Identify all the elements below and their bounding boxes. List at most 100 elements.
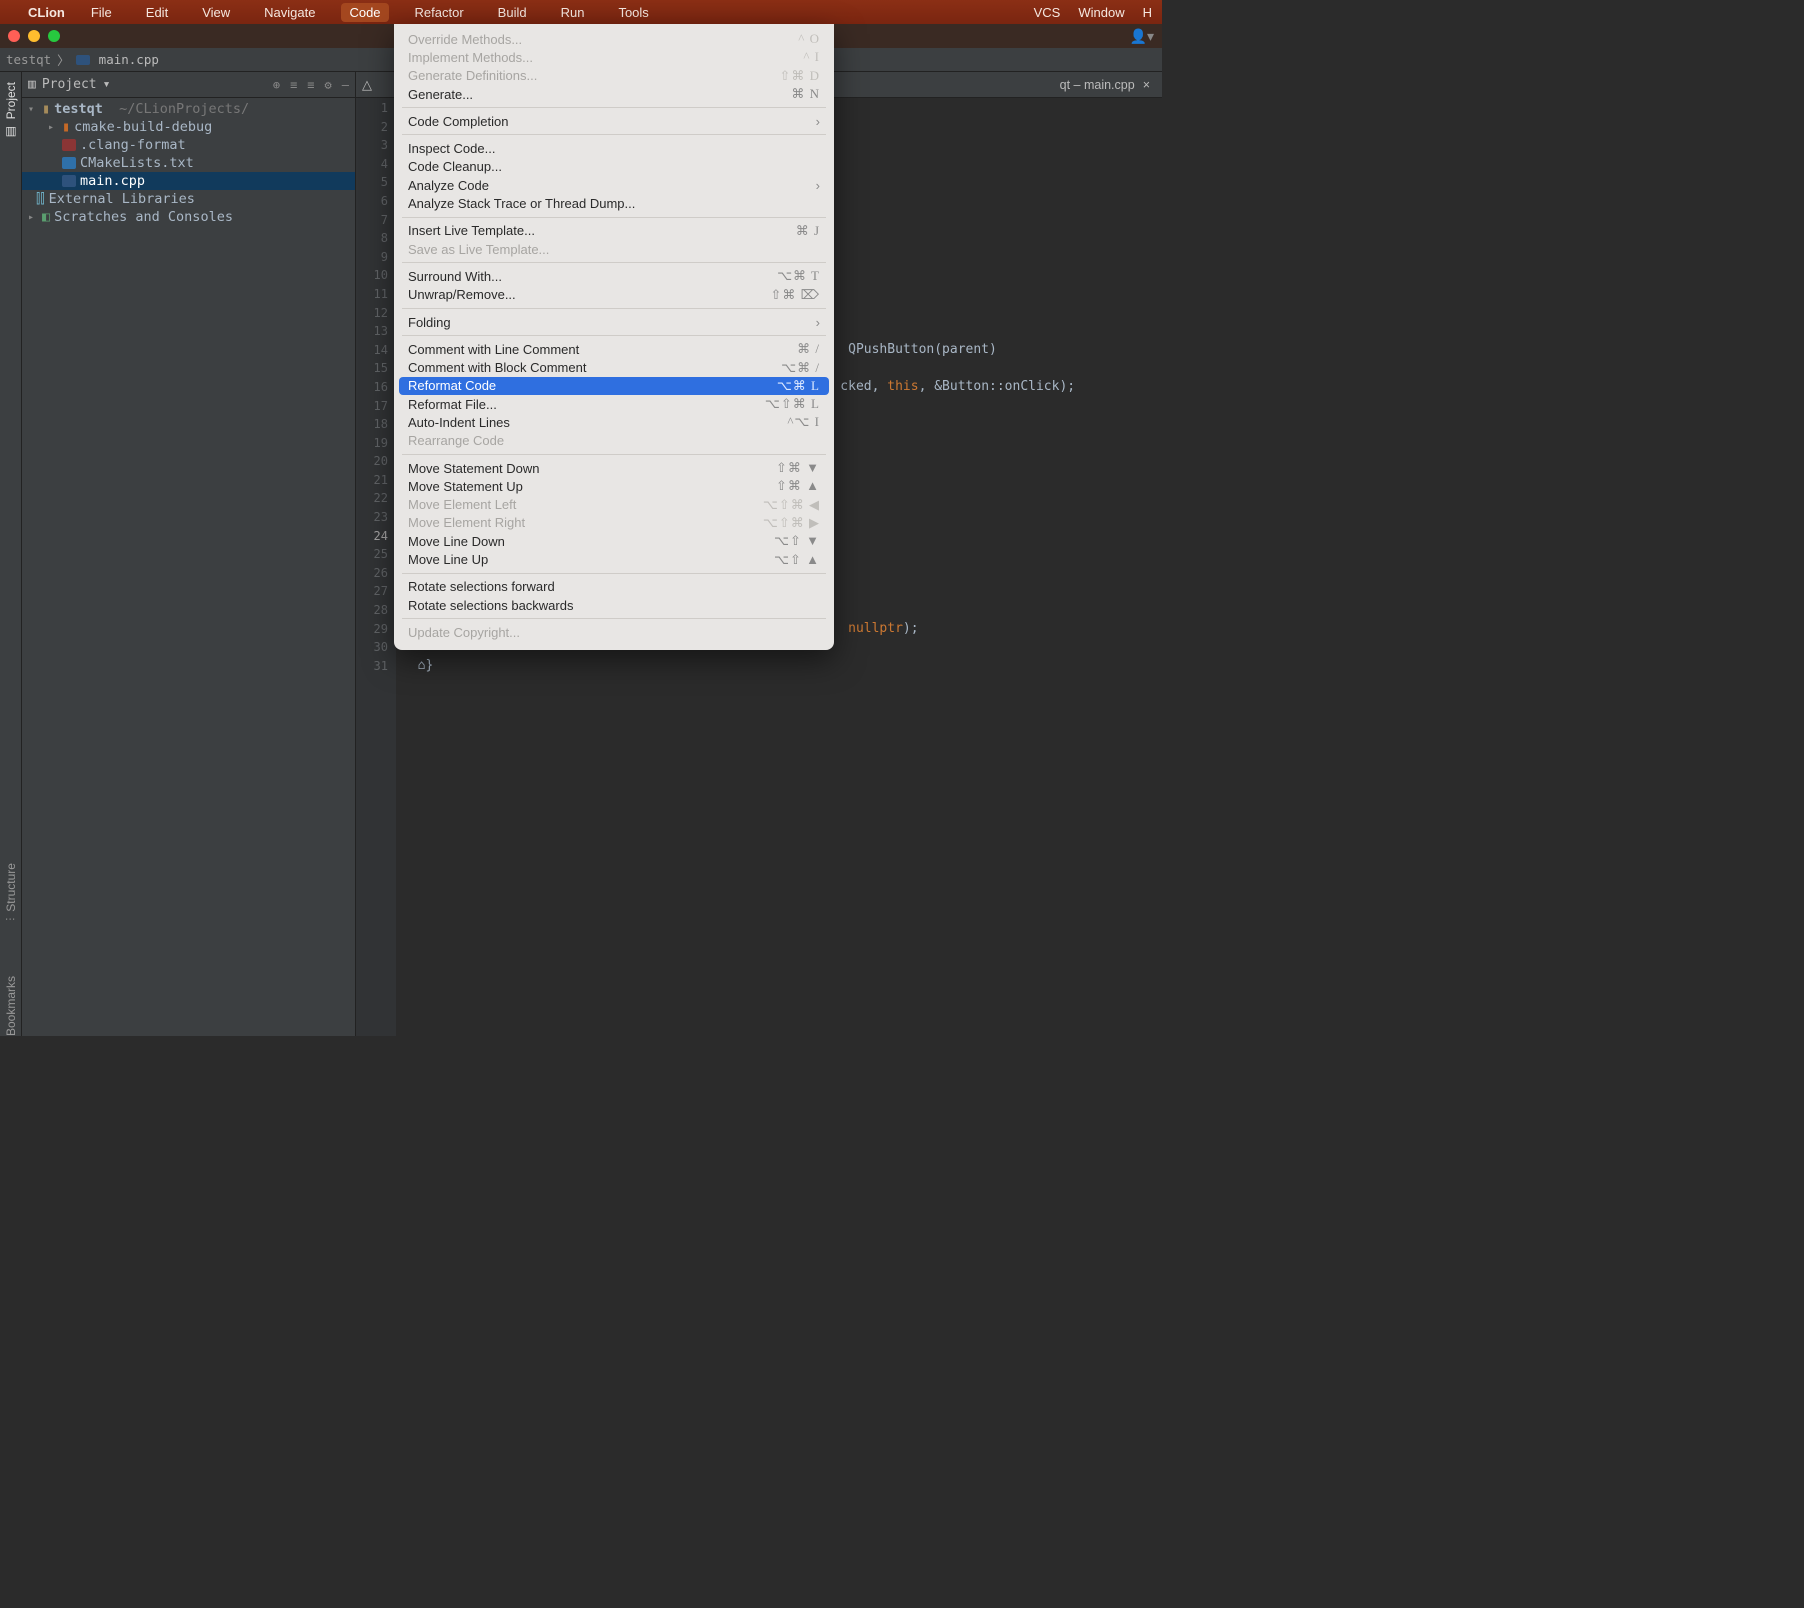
- line-number: 15: [356, 359, 388, 378]
- menu-item-label: Implement Methods...: [408, 50, 803, 65]
- menu-file[interactable]: File: [83, 3, 120, 22]
- menu-item-code-cleanup[interactable]: Code Cleanup...: [394, 158, 834, 176]
- menu-item-reformat-code[interactable]: Reformat Code⌥⌘ L: [399, 377, 829, 395]
- dropdown-icon[interactable]: ▾: [103, 77, 111, 92]
- menu-item-folding[interactable]: Folding›: [394, 313, 834, 331]
- line-number: 29: [356, 620, 388, 639]
- menu-item-label: Analyze Stack Trace or Thread Dump...: [408, 196, 820, 211]
- menu-item-label: Move Statement Up: [408, 479, 776, 494]
- menu-edit[interactable]: Edit: [138, 3, 176, 22]
- line-number: 8: [356, 229, 388, 248]
- hide-icon[interactable]: —: [342, 78, 349, 92]
- menu-view[interactable]: View: [194, 3, 238, 22]
- menu-item-comment-with-line-comment[interactable]: Comment with Line Comment⌘ /: [394, 340, 834, 358]
- tool-tab-project[interactable]: ▥ Project: [4, 82, 18, 139]
- menu-item-unwrap-remove[interactable]: Unwrap/Remove...⇧⌘ ⌦: [394, 286, 834, 304]
- menu-item-surround-with[interactable]: Surround With...⌥⌘ T: [394, 267, 834, 285]
- menu-item-label: Surround With...: [408, 269, 777, 284]
- menu-item-shortcut: ⇧⌘ ▲: [776, 478, 820, 494]
- cpp-file-icon: [76, 55, 90, 65]
- tree-root[interactable]: ▾▮ testqt ~/CLionProjects/: [22, 100, 355, 118]
- folder-icon: ▥: [28, 77, 36, 92]
- close-icon[interactable]: ×: [1143, 78, 1150, 92]
- library-icon: ⫿⫿: [36, 191, 45, 207]
- editor-tab-main[interactable]: qt – main.cpp ×: [1048, 72, 1162, 98]
- close-icon[interactable]: [8, 30, 20, 42]
- menu-item-analyze-stack-trace-or-thread-dump[interactable]: Analyze Stack Trace or Thread Dump...: [394, 194, 834, 212]
- menu-item-move-statement-down[interactable]: Move Statement Down⇧⌘ ▼: [394, 459, 834, 477]
- menu-refactor[interactable]: Refactor: [407, 3, 472, 22]
- menu-item-label: Move Statement Down: [408, 461, 776, 476]
- menu-item-label: Insert Live Template...: [408, 223, 796, 238]
- menubar-right: VCS Window H: [1034, 5, 1152, 20]
- tree-scratches[interactable]: ▸ ◧ Scratches and Consoles: [22, 208, 355, 226]
- menu-separator: [402, 217, 826, 218]
- menu-item-rotate-selections-forward[interactable]: Rotate selections forward: [394, 578, 834, 596]
- menu-item-shortcut: ⌥⇧⌘ L: [765, 396, 820, 412]
- menu-item-comment-with-block-comment[interactable]: Comment with Block Comment⌥⌘ /: [394, 358, 834, 376]
- tree-external-libs[interactable]: ⫿⫿ External Libraries: [22, 190, 355, 208]
- line-number: 25: [356, 545, 388, 564]
- menu-item-code-completion[interactable]: Code Completion›: [394, 112, 834, 130]
- menu-item-generate-definitions: Generate Definitions...⇧⌘ D: [394, 67, 834, 85]
- collapse-icon[interactable]: ≡: [307, 78, 314, 92]
- menu-item-move-line-up[interactable]: Move Line Up⌥⇧ ▲: [394, 550, 834, 568]
- menu-item-move-statement-up[interactable]: Move Statement Up⇧⌘ ▲: [394, 477, 834, 495]
- menu-separator: [402, 573, 826, 574]
- line-number: 26: [356, 564, 388, 583]
- tree-main-cpp[interactable]: main.cpp: [22, 172, 355, 190]
- app-name[interactable]: CLion: [28, 5, 65, 20]
- line-number: 21: [356, 471, 388, 490]
- yml-file-icon: [62, 139, 76, 151]
- menubar-menus: File Edit View Navigate Code Refactor Bu…: [83, 3, 657, 22]
- menu-item-move-line-down[interactable]: Move Line Down⌥⇧ ▼: [394, 532, 834, 550]
- breadcrumb-file[interactable]: main.cpp: [99, 52, 159, 67]
- menu-item-analyze-code[interactable]: Analyze Code›: [394, 176, 834, 194]
- line-number: 7: [356, 211, 388, 230]
- menu-run[interactable]: Run: [553, 3, 593, 22]
- minimize-icon[interactable]: [28, 30, 40, 42]
- zoom-icon[interactable]: [48, 30, 60, 42]
- menu-item-label: Analyze Code: [408, 178, 816, 193]
- menu-build[interactable]: Build: [490, 3, 535, 22]
- menu-item-move-element-right: Move Element Right⌥⇧⌘ ▶: [394, 514, 834, 532]
- menu-help[interactable]: H: [1143, 5, 1152, 20]
- tree-clang-format[interactable]: .clang-format: [22, 136, 355, 154]
- menu-item-auto-indent-lines[interactable]: Auto-Indent Lines^⌥ I: [394, 413, 834, 431]
- menu-item-inspect-code[interactable]: Inspect Code...: [394, 139, 834, 157]
- menu-item-generate[interactable]: Generate...⌘ N: [394, 85, 834, 103]
- line-number: 31: [356, 657, 388, 676]
- menu-item-shortcut: ⌥⌘ T: [777, 268, 820, 284]
- menu-navigate[interactable]: Navigate: [256, 3, 323, 22]
- expand-icon[interactable]: ≡: [290, 78, 297, 92]
- menu-item-rotate-selections-backwards[interactable]: Rotate selections backwards: [394, 596, 834, 614]
- breadcrumb-root[interactable]: testqt: [6, 52, 51, 67]
- line-number: 1: [356, 99, 388, 118]
- locate-icon[interactable]: ⊕: [273, 78, 280, 92]
- tool-tab-structure[interactable]: ⫶ Structure: [4, 863, 18, 921]
- menu-item-label: Move Element Left: [408, 497, 763, 512]
- menu-window[interactable]: Window: [1078, 5, 1124, 20]
- menu-code[interactable]: Code: [341, 3, 388, 22]
- tree-cmakelists[interactable]: CMakeLists.txt: [22, 154, 355, 172]
- line-number: 16: [356, 378, 388, 397]
- menu-item-label: Generate...: [408, 87, 791, 102]
- menu-tools[interactable]: Tools: [610, 3, 656, 22]
- menu-vcs[interactable]: VCS: [1034, 5, 1061, 20]
- project-panel-title[interactable]: Project: [42, 77, 97, 92]
- menu-item-shortcut: ^⌥ I: [787, 414, 820, 430]
- menu-item-label: Rotate selections backwards: [408, 598, 820, 613]
- tool-window-stripe-left: ▥ Project ⫶ Structure Bookmarks: [0, 72, 22, 1036]
- menu-item-reformat-file[interactable]: Reformat File...⌥⇧⌘ L: [394, 395, 834, 413]
- menu-separator: [402, 134, 826, 135]
- account-icon[interactable]: 👤▾: [1130, 28, 1154, 45]
- menu-item-insert-live-template[interactable]: Insert Live Template...⌘ J: [394, 222, 834, 240]
- code-menu-dropdown: Override Methods...^ OImplement Methods.…: [394, 24, 834, 650]
- line-number-gutter: 1234567891011121314151617181920212223242…: [356, 98, 396, 1036]
- gear-icon[interactable]: ⚙: [325, 78, 332, 92]
- menu-item-save-as-live-template: Save as Live Template...: [394, 240, 834, 258]
- tree-cmake-dir[interactable]: ▸ ▮ cmake-build-debug: [22, 118, 355, 136]
- menu-item-shortcut: ⌥⇧⌘ ◀: [763, 497, 820, 513]
- menu-separator: [402, 262, 826, 263]
- tool-tab-bookmarks[interactable]: Bookmarks: [4, 976, 18, 1036]
